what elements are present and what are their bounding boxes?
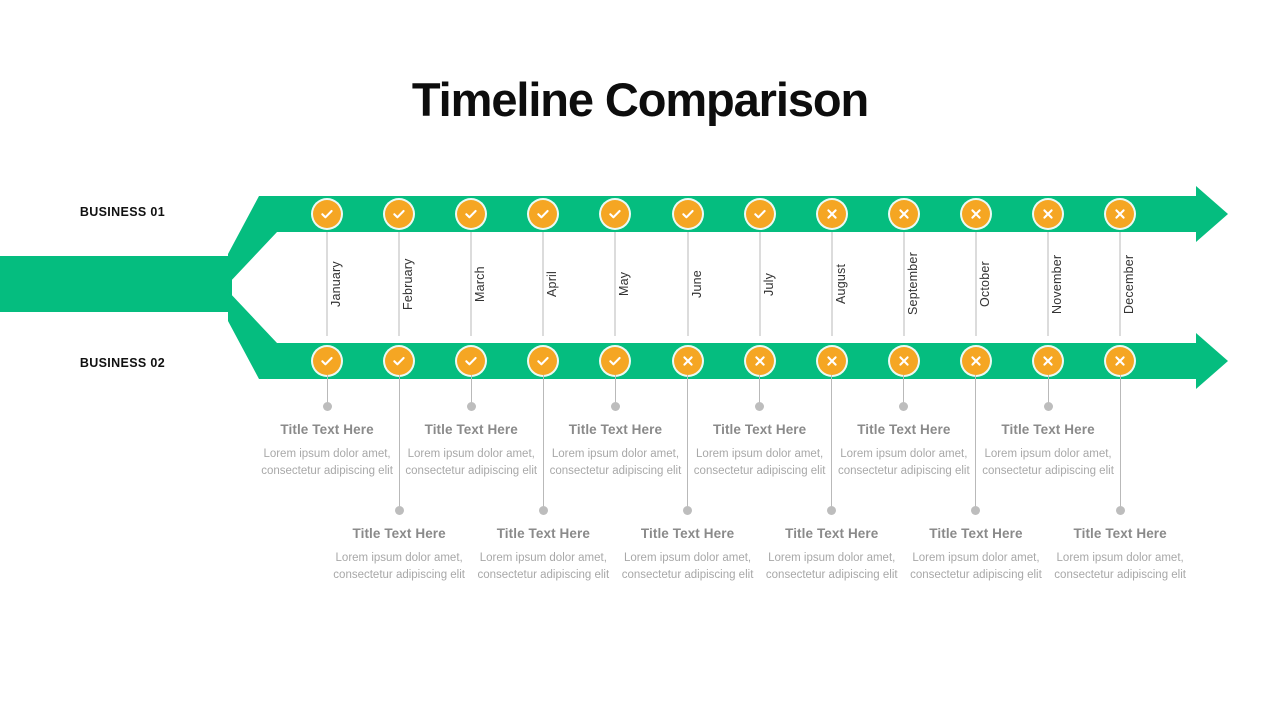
- month-divider-line: [542, 232, 544, 336]
- month-label: April: [545, 271, 560, 298]
- caption-body: Lorem ipsum dolor amet, consectetur adip…: [910, 552, 1042, 581]
- caption-block: Title Text Here Lorem ipsum dolor amet, c…: [396, 422, 546, 479]
- month-divider-line: [975, 232, 977, 336]
- month-divider-line: [903, 232, 905, 336]
- connector-dot: [610, 402, 620, 411]
- caption-block: Title Text Here Lorem ipsum dolor amet, c…: [1045, 526, 1195, 583]
- caption-block: Title Text Here Lorem ipsum dolor amet, c…: [252, 422, 402, 479]
- month-label: January: [329, 261, 343, 307]
- check-icon-business-02-february[interactable]: [385, 347, 414, 375]
- month-divider-line: [1119, 232, 1121, 336]
- month-label: June: [689, 270, 704, 298]
- connector-dot: [1115, 506, 1125, 515]
- month-label: December: [1122, 254, 1137, 314]
- caption-block: Title Text Here Lorem ipsum dolor amet, c…: [829, 422, 979, 479]
- page-title: Timeline Comparison: [411, 73, 869, 126]
- caption-body: Lorem ipsum dolor amet, consectetur adip…: [261, 448, 393, 477]
- caption-body: Lorem ipsum dolor amet, consectetur adip…: [693, 448, 826, 477]
- cross-icon-business-01-october[interactable]: [961, 200, 990, 228]
- month-label: March: [473, 266, 488, 302]
- caption-body: Lorem ipsum dolor amet, consectetur adip…: [621, 552, 754, 581]
- connector-dot: [538, 506, 548, 515]
- month-divider-line: [470, 232, 472, 336]
- cross-icon-business-01-december[interactable]: [1106, 200, 1135, 228]
- caption-block: Title Text Here Lorem ipsum dolor amet, c…: [973, 422, 1123, 479]
- connector-dot: [683, 506, 693, 515]
- caption-title: Title Text Here: [1073, 526, 1167, 541]
- caption-body: Lorem ipsum dolor amet, consectetur adip…: [982, 448, 1114, 477]
- caption-block: Title Text Here Lorem ipsum dolor amet, c…: [613, 526, 763, 583]
- connector-dot: [755, 402, 765, 411]
- month-divider-line: [759, 232, 761, 336]
- caption-block: Title Text Here Lorem ipsum dolor amet, c…: [540, 422, 690, 479]
- month-divider-line: [614, 232, 616, 336]
- connector-dot: [971, 506, 981, 515]
- month-label: February: [401, 258, 416, 310]
- month-label: October: [977, 261, 992, 307]
- caption-body: Lorem ipsum dolor amet, consectetur adip…: [838, 448, 970, 477]
- cross-icon-business-02-august[interactable]: [817, 347, 846, 375]
- connector-dot: [827, 506, 837, 515]
- cross-icon-business-02-july[interactable]: [745, 347, 774, 375]
- caption-block: Title Text Here Lorem ipsum dolor amet, c…: [468, 526, 618, 583]
- caption-title: Title Text Here: [424, 422, 518, 437]
- connector-dot: [466, 402, 476, 411]
- caption-body: Lorem ipsum dolor amet, consectetur adip…: [549, 448, 682, 477]
- month-divider-line: [831, 232, 833, 336]
- month-label: May: [617, 271, 632, 297]
- connector-dot: [899, 402, 909, 411]
- month-divider-line: [326, 232, 328, 336]
- cross-icon-business-01-september[interactable]: [889, 200, 918, 228]
- connector-dot: [394, 506, 404, 515]
- cross-icon-business-02-november[interactable]: [1034, 347, 1063, 375]
- caption-title: Title Text Here: [1001, 422, 1095, 437]
- cross-icon-business-02-september[interactable]: [889, 347, 918, 375]
- month-label: August: [833, 263, 848, 305]
- cross-icon-business-01-november[interactable]: [1034, 200, 1063, 228]
- caption-title: Title Text Here: [352, 526, 446, 541]
- caption-body: Lorem ipsum dolor amet, consectetur adip…: [405, 448, 538, 477]
- caption-title: Title Text Here: [640, 526, 735, 541]
- connector-dot: [322, 402, 332, 411]
- month-label: September: [905, 252, 920, 316]
- check-icon-business-01-july[interactable]: [745, 200, 774, 228]
- caption-title: Title Text Here: [568, 422, 663, 437]
- caption-title: Title Text Here: [929, 526, 1023, 541]
- caption-body: Lorem ipsum dolor amet, consectetur adip…: [1054, 552, 1186, 581]
- caption-title: Title Text Here: [785, 526, 879, 541]
- caption-block: Title Text Here Lorem ipsum dolor amet, c…: [685, 422, 835, 479]
- month-divider-line: [1047, 232, 1049, 336]
- month-label: July: [761, 272, 776, 296]
- caption-body: Lorem ipsum dolor amet, consectetur adip…: [333, 552, 465, 581]
- cross-icon-business-02-december[interactable]: [1106, 347, 1135, 375]
- caption-body: Lorem ipsum dolor amet, consectetur adip…: [477, 552, 610, 581]
- month-divider-line: [687, 232, 688, 336]
- caption-title: Title Text Here: [280, 422, 374, 437]
- caption-block: Title Text Here Lorem ipsum dolor amet, c…: [757, 526, 907, 583]
- cross-icon-business-02-october[interactable]: [961, 347, 990, 375]
- check-icon-business-02-january[interactable]: [313, 347, 342, 375]
- caption-block: Title Text Here Lorem ipsum dolor amet, c…: [901, 526, 1051, 583]
- check-icon-business-01-january[interactable]: [313, 200, 342, 228]
- row-label-business-01: BUSINESS 01: [79, 205, 165, 219]
- check-icon-business-01-june[interactable]: [673, 200, 702, 228]
- caption-title: Title Text Here: [712, 422, 807, 437]
- row-label-business-02: BUSINESS 02: [79, 356, 165, 370]
- month-label: November: [1050, 254, 1064, 314]
- check-icon-business-01-february[interactable]: [385, 200, 414, 228]
- caption-title: Title Text Here: [857, 422, 951, 437]
- caption-title: Title Text Here: [496, 526, 590, 541]
- cross-icon-business-02-june[interactable]: [673, 347, 702, 375]
- cross-icon-business-01-august[interactable]: [817, 200, 846, 228]
- caption-body: Lorem ipsum dolor amet, consectetur adip…: [765, 552, 898, 581]
- caption-block: Title Text Here Lorem ipsum dolor amet, c…: [324, 526, 474, 583]
- connector-dot: [1043, 402, 1053, 411]
- month-divider-line: [398, 232, 400, 336]
